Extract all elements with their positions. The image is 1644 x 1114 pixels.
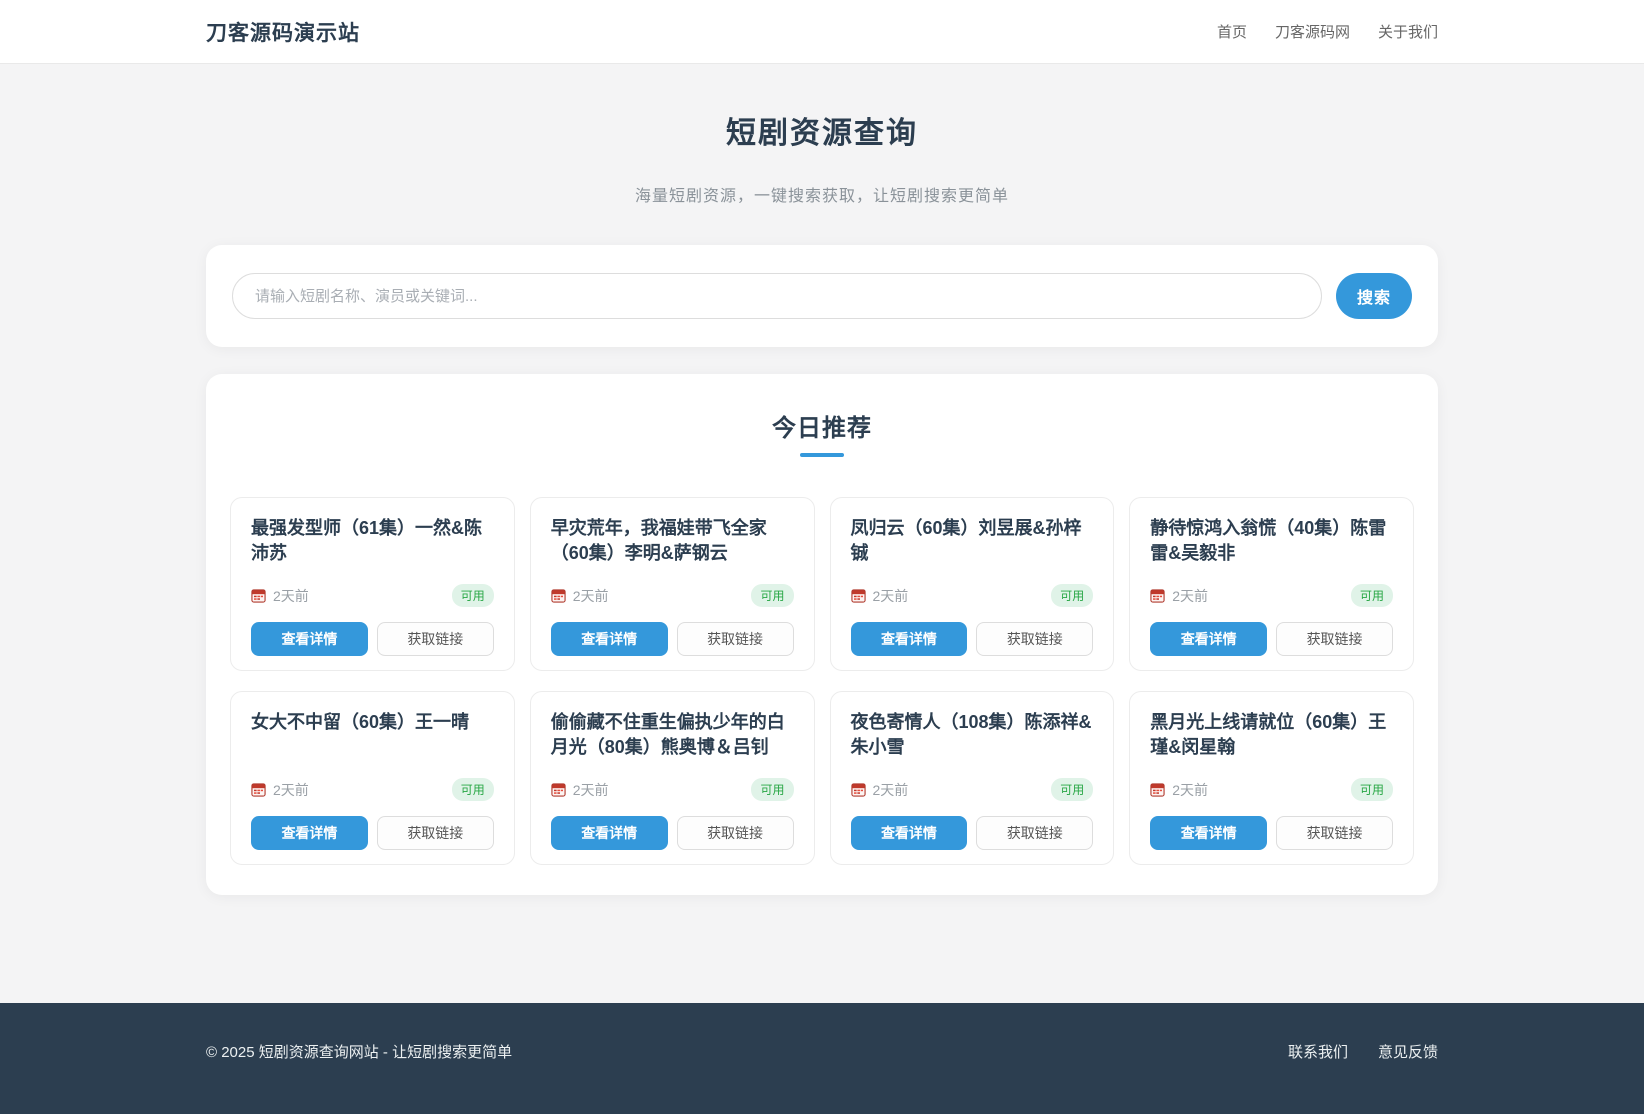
card-title: 黑月光上线请就位（60集）王瑾&闵星翰 — [1150, 710, 1393, 760]
resource-card: 早灾荒年，我福娃带飞全家（60集）李明&萨钢云 2天前 可用 — [530, 497, 815, 671]
card-actions: 查看详情 获取链接 — [551, 816, 794, 850]
card-title: 静待惊鸿入翁慌（40集）陈雷雷&吴毅非 — [1150, 516, 1393, 566]
card-time: 2天前 — [273, 586, 309, 606]
get-link-button[interactable]: 获取链接 — [976, 622, 1093, 656]
status-badge: 可用 — [1351, 778, 1393, 801]
page-title: 短剧资源查询 — [206, 108, 1438, 152]
resource-card: 静待惊鸿入翁慌（40集）陈雷雷&吴毅非 2天前 可用 — [1129, 497, 1414, 671]
nav-item-home[interactable]: 首页 — [1217, 21, 1247, 42]
card-title: 偷偷藏不住重生偏执少年的白月光（80集）熊奥博＆吕钊 — [551, 710, 794, 760]
card-meta: 2天前 可用 — [251, 778, 494, 801]
status-badge: 可用 — [452, 584, 494, 607]
status-badge: 可用 — [751, 584, 793, 607]
get-link-button[interactable]: 获取链接 — [377, 622, 494, 656]
card-meta: 2天前 可用 — [1150, 584, 1393, 607]
card-actions: 查看详情 获取链接 — [251, 816, 494, 850]
site-brand: 刀客源码演示站 — [206, 17, 360, 47]
card-meta: 2天前 可用 — [551, 778, 794, 801]
site-header: 刀客源码演示站 首页 刀客源码网 关于我们 — [0, 0, 1644, 64]
card-meta: 2天前 可用 — [1150, 778, 1393, 801]
resource-card: 黑月光上线请就位（60集）王瑾&闵星翰 2天前 可用 — [1129, 691, 1414, 865]
resource-card: 最强发型师（61集）一然&陈沛苏 2天前 可用 — [230, 497, 515, 671]
footer-link-contact[interactable]: 联系我们 — [1288, 1041, 1348, 1062]
card-time: 2天前 — [1172, 586, 1208, 606]
card-title: 夜色寄情人（108集）陈添祥&朱小雪 — [851, 710, 1094, 760]
resource-card: 夜色寄情人（108集）陈添祥&朱小雪 2天前 可用 — [830, 691, 1115, 865]
calendar-icon — [551, 588, 566, 603]
card-title: 凤归云（60集）刘昱展&孙梓铖 — [851, 516, 1094, 566]
view-details-button[interactable]: 查看详情 — [251, 816, 368, 850]
calendar-icon — [851, 782, 866, 797]
card-title: 最强发型师（61集）一然&陈沛苏 — [251, 516, 494, 566]
calendar-icon — [1150, 782, 1165, 797]
card-actions: 查看详情 获取链接 — [1150, 816, 1393, 850]
card-actions: 查看详情 获取链接 — [851, 622, 1094, 656]
nav-item-source-site[interactable]: 刀客源码网 — [1275, 21, 1350, 42]
get-link-button[interactable]: 获取链接 — [677, 816, 794, 850]
recommend-panel: 今日推荐 最强发型师（61集）一然&陈沛苏 2天前 — [206, 374, 1438, 895]
card-title: 女大不中留（60集）王一晴 — [251, 710, 494, 760]
view-details-button[interactable]: 查看详情 — [551, 622, 668, 656]
view-details-button[interactable]: 查看详情 — [851, 622, 968, 656]
calendar-icon — [1150, 588, 1165, 603]
get-link-button[interactable]: 获取链接 — [976, 816, 1093, 850]
get-link-button[interactable]: 获取链接 — [377, 816, 494, 850]
card-time: 2天前 — [1172, 780, 1208, 800]
hero-section: 短剧资源查询 海量短剧资源，一键搜索获取，让短剧搜索更简单 — [206, 64, 1438, 206]
main-nav: 首页 刀客源码网 关于我们 — [1217, 21, 1438, 42]
footer-links: 联系我们 意见反馈 — [1288, 1041, 1438, 1062]
status-badge: 可用 — [751, 778, 793, 801]
card-meta: 2天前 可用 — [851, 584, 1094, 607]
view-details-button[interactable]: 查看详情 — [1150, 816, 1267, 850]
search-input[interactable] — [232, 273, 1322, 319]
resource-card: 女大不中留（60集）王一晴 2天前 可用 — [230, 691, 515, 865]
search-panel: 搜索 — [206, 245, 1438, 347]
section-title: 今日推荐 — [230, 408, 1414, 443]
page-subtitle: 海量短剧资源，一键搜索获取，让短剧搜索更简单 — [206, 182, 1438, 206]
status-badge: 可用 — [1351, 584, 1393, 607]
view-details-button[interactable]: 查看详情 — [251, 622, 368, 656]
card-meta: 2天前 可用 — [851, 778, 1094, 801]
card-title: 早灾荒年，我福娃带飞全家（60集）李明&萨钢云 — [551, 516, 794, 566]
card-time: 2天前 — [573, 780, 609, 800]
section-title-underline — [800, 453, 844, 457]
card-actions: 查看详情 获取链接 — [1150, 622, 1393, 656]
card-actions: 查看详情 获取链接 — [551, 622, 794, 656]
search-button[interactable]: 搜索 — [1336, 273, 1412, 319]
view-details-button[interactable]: 查看详情 — [851, 816, 968, 850]
get-link-button[interactable]: 获取链接 — [1276, 622, 1393, 656]
calendar-icon — [251, 588, 266, 603]
card-time: 2天前 — [273, 780, 309, 800]
card-time: 2天前 — [873, 780, 909, 800]
nav-item-about[interactable]: 关于我们 — [1378, 21, 1438, 42]
cards-grid: 最强发型师（61集）一然&陈沛苏 2天前 可用 — [230, 497, 1414, 865]
get-link-button[interactable]: 获取链接 — [1276, 816, 1393, 850]
card-actions: 查看详情 获取链接 — [851, 816, 1094, 850]
site-footer: © 2025 短剧资源查询网站 - 让短剧搜索更简单 联系我们 意见反馈 — [0, 1003, 1644, 1114]
get-link-button[interactable]: 获取链接 — [677, 622, 794, 656]
card-time: 2天前 — [573, 586, 609, 606]
resource-card: 偷偷藏不住重生偏执少年的白月光（80集）熊奥博＆吕钊 2天前 可用 — [530, 691, 815, 865]
footer-link-feedback[interactable]: 意见反馈 — [1378, 1041, 1438, 1062]
resource-card: 凤归云（60集）刘昱展&孙梓铖 2天前 可用 — [830, 497, 1115, 671]
view-details-button[interactable]: 查看详情 — [551, 816, 668, 850]
calendar-icon — [851, 588, 866, 603]
status-badge: 可用 — [1051, 778, 1093, 801]
view-details-button[interactable]: 查看详情 — [1150, 622, 1267, 656]
card-time: 2天前 — [873, 586, 909, 606]
calendar-icon — [551, 782, 566, 797]
card-meta: 2天前 可用 — [551, 584, 794, 607]
footer-copyright: © 2025 短剧资源查询网站 - 让短剧搜索更简单 — [206, 1041, 512, 1062]
status-badge: 可用 — [1051, 584, 1093, 607]
card-actions: 查看详情 获取链接 — [251, 622, 494, 656]
card-meta: 2天前 可用 — [251, 584, 494, 607]
status-badge: 可用 — [452, 778, 494, 801]
calendar-icon — [251, 782, 266, 797]
